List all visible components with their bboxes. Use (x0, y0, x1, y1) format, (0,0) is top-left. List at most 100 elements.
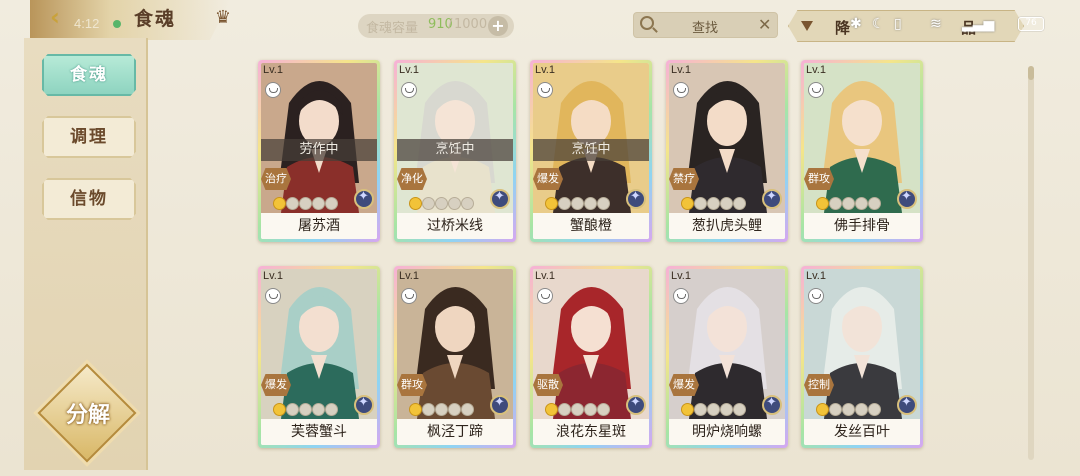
star-icon (312, 197, 325, 210)
food-bowl-icon (401, 82, 417, 98)
character-card[interactable]: Lv.1 控制发丝百叶 (801, 266, 923, 448)
card-body: Lv.1 爆发明炉烧响螺 (669, 269, 785, 445)
star-icon (868, 197, 881, 210)
star-icon (558, 403, 571, 416)
sidebar-tab-recipe[interactable]: 调理 (42, 116, 136, 158)
role-badge: 爆发 (669, 374, 699, 396)
vibrate-icon: ▯ (894, 16, 902, 32)
status-banner: 烹饪中 (533, 139, 649, 161)
role-badge: 净化 (397, 168, 427, 190)
do-not-disturb-icon: ☾ (872, 16, 885, 32)
character-name: 屠苏酒 (261, 213, 377, 239)
capacity-label: 食魂容量 (366, 21, 419, 36)
rank-gem-icon (490, 189, 510, 209)
star-icon (461, 403, 474, 416)
star-icon (733, 197, 746, 210)
search-input[interactable]: 查找 ✕ (633, 12, 778, 38)
star-icon (409, 197, 422, 210)
star-icon (422, 197, 435, 210)
plus-icon[interactable]: + (488, 16, 508, 36)
star-icon (422, 403, 435, 416)
star-icon (584, 403, 597, 416)
scrollbar[interactable] (1028, 66, 1034, 460)
character-card[interactable]: Lv.1 禁疗葱扒虎头鲤 (666, 60, 788, 242)
star-icon (571, 403, 584, 416)
character-name: 佛手排骨 (804, 213, 920, 239)
star-icon (681, 403, 694, 416)
level-label: Lv.1 (806, 270, 826, 282)
character-name: 明炉烧响螺 (669, 419, 785, 445)
character-name: 浪花东星斑 (533, 419, 649, 445)
scrollbar-thumb[interactable] (1028, 66, 1034, 80)
capacity-separator: / (448, 17, 453, 32)
capacity-display: 食魂容量 910 / 1000 + (358, 14, 514, 38)
star-icon (597, 403, 610, 416)
crown-icon[interactable]: ♛ (210, 8, 236, 28)
triangle-down-icon (801, 21, 813, 31)
star-icon (707, 403, 720, 416)
role-badge: 控制 (804, 374, 834, 396)
star-icon (558, 197, 571, 210)
role-badge: 群攻 (397, 374, 427, 396)
character-name: 发丝百叶 (804, 419, 920, 445)
rank-gem-icon (626, 395, 646, 415)
rank-gem-icon (626, 189, 646, 209)
character-card[interactable]: Lv.1 烹饪中爆发蟹酿橙 (530, 60, 652, 242)
star-icon (720, 197, 733, 210)
character-card[interactable]: Lv.1 劳作中治疗屠苏酒 (258, 60, 380, 242)
food-bowl-icon (537, 82, 553, 98)
role-badge: 驱散 (533, 374, 563, 396)
card-body: Lv.1 群攻枫泾丁蹄 (397, 269, 513, 445)
rank-gem-icon (354, 395, 374, 415)
bluetooth-icon: ✱ (850, 16, 862, 32)
star-icon (435, 197, 448, 210)
character-card[interactable]: Lv.1 爆发明炉烧响螺 (666, 266, 788, 448)
page-title: 食魂 (134, 8, 177, 30)
sidebar-tab-label: 调理 (70, 127, 108, 147)
level-label: Lv.1 (535, 64, 555, 76)
signal-icon: ▂▃▅ (962, 16, 995, 32)
food-bowl-icon (808, 288, 824, 304)
star-icon (842, 197, 855, 210)
search-placeholder: 查找 (692, 21, 719, 36)
star-icon (325, 403, 338, 416)
card-body: Lv.1 禁疗葱扒虎头鲤 (669, 63, 785, 239)
star-icon (545, 197, 558, 210)
star-icon (694, 403, 707, 416)
character-card[interactable]: Lv.1 驱散浪花东星斑 (530, 266, 652, 448)
food-bowl-icon (265, 82, 281, 98)
star-icon (842, 403, 855, 416)
level-label: Lv.1 (399, 270, 419, 282)
food-bowl-icon (673, 288, 689, 304)
close-icon[interactable]: ✕ (758, 15, 771, 34)
character-name: 过桥米线 (397, 213, 513, 239)
role-badge: 爆发 (533, 168, 563, 190)
star-icon (448, 403, 461, 416)
sidebar-tab-soul[interactable]: 食魂 (42, 54, 136, 96)
star-icon (855, 403, 868, 416)
star-icon (312, 403, 325, 416)
level-label: Lv.1 (535, 270, 555, 282)
character-card[interactable]: Lv.1 群攻枫泾丁蹄 (394, 266, 516, 448)
card-body: Lv.1 烹饪中净化过桥米线 (397, 63, 513, 239)
rank-gem-icon (762, 189, 782, 209)
star-icon (829, 197, 842, 210)
character-card[interactable]: Lv.1 群攻佛手排骨 (801, 60, 923, 242)
character-name: 芙蓉蟹斗 (261, 419, 377, 445)
food-bowl-icon (673, 82, 689, 98)
star-icon (816, 197, 829, 210)
food-bowl-icon (808, 82, 824, 98)
top-bar: ‹ 4:12 食魂 ♛ 食魂容量 910 / 1000 + 查找 ✕ 降 品 ✱… (0, 0, 1080, 46)
decompose-label: 分解 (65, 402, 110, 428)
star-icon (694, 197, 707, 210)
level-label: Lv.1 (806, 64, 826, 76)
character-card[interactable]: Lv.1 爆发芙蓉蟹斗 (258, 266, 380, 448)
star-icon (286, 403, 299, 416)
character-card[interactable]: Lv.1 烹饪中净化过桥米线 (394, 60, 516, 242)
sidebar-tab-label: 食魂 (70, 65, 108, 85)
sidebar-tab-token[interactable]: 信物 (42, 178, 136, 220)
level-label: Lv.1 (263, 270, 283, 282)
level-label: Lv.1 (671, 64, 691, 76)
sidebar-tab-label: 信物 (70, 189, 108, 209)
star-icon (409, 403, 422, 416)
